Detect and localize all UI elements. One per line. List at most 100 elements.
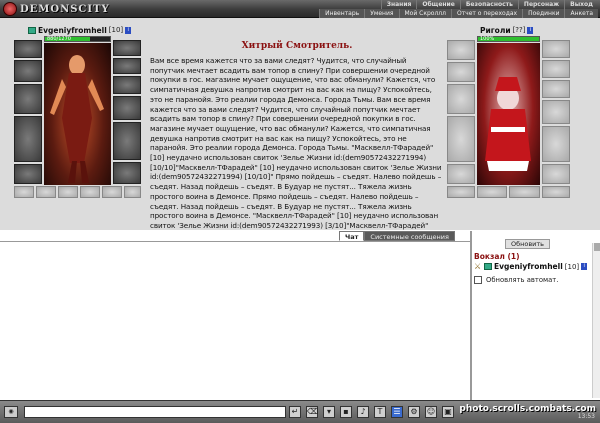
- room-panel: Обновить Вокзал (1) ⚔ Evgeniyfromhell [1…: [470, 231, 600, 400]
- location-title: Вокзал (1): [474, 252, 520, 261]
- menu-item-character[interactable]: Персонаж: [517, 0, 564, 9]
- logo-icon: [3, 2, 17, 16]
- weapon-slot[interactable]: [14, 84, 42, 114]
- opponent-amulet-slot[interactable]: [447, 62, 475, 82]
- boots-slot[interactable]: [113, 162, 141, 184]
- submenu-item-inventory[interactable]: Инвентарь: [319, 9, 365, 18]
- opponent-earring-slot[interactable]: [542, 40, 570, 58]
- spell-slot-4[interactable]: [80, 186, 100, 198]
- chat-input[interactable]: [24, 406, 286, 418]
- auto-refresh-checkbox[interactable]: [474, 276, 482, 284]
- opponent-boots-slot[interactable]: [542, 164, 570, 184]
- submenu-item-my-scroll[interactable]: Мой Скроллл: [398, 9, 451, 18]
- opponent-spell-slot-3[interactable]: [509, 186, 540, 198]
- tab-chat[interactable]: Чат: [339, 231, 365, 241]
- refresh-button[interactable]: Обновить: [505, 239, 550, 249]
- ring-slot-1[interactable]: [113, 58, 141, 74]
- opponent-helmet-slot[interactable]: [447, 40, 475, 60]
- left-player-info-icon[interactable]: i: [125, 26, 132, 34]
- armor-slot[interactable]: [14, 116, 42, 162]
- story-title: Хитрый Смотритель.: [241, 41, 353, 51]
- filter-icon[interactable]: ▾: [323, 406, 335, 418]
- logo: DEMONSCITY: [3, 1, 110, 17]
- room-user-row[interactable]: ⚔ Evgeniyfromhell [10] i: [474, 261, 588, 271]
- opponent-armor-slot[interactable]: [447, 116, 475, 162]
- clear-icon[interactable]: ⌫: [306, 406, 318, 418]
- spell-slot-6[interactable]: [124, 186, 141, 198]
- clan-flag-icon: [484, 263, 492, 270]
- settings-icon[interactable]: ⚙: [408, 406, 420, 418]
- crossed-swords-icon: ⚔: [474, 261, 482, 271]
- room-user-level: [10]: [564, 262, 580, 271]
- opponent-ring-slot-2[interactable]: [542, 80, 570, 98]
- chat-tabs: Чат Системные сообщения: [339, 231, 455, 241]
- tab-system-messages[interactable]: Системные сообщения: [364, 231, 455, 241]
- left-player-name-row: Evgeniyfromhell [10] i: [28, 25, 132, 35]
- submenu-item-profile[interactable]: Анкета: [564, 9, 598, 18]
- helmet-slot[interactable]: [14, 40, 42, 58]
- spell-slot-3[interactable]: [58, 186, 78, 198]
- clan-flag-icon: [28, 26, 36, 34]
- sound-icon[interactable]: ♪: [357, 406, 369, 418]
- main-menu: Знания Общение Безопасность Персонаж Вых…: [380, 0, 598, 9]
- opponent-belt-slot[interactable]: [447, 164, 475, 184]
- sub-menu: Инвентарь Умения Мой Скроллл Отчет о пер…: [319, 9, 598, 18]
- room-user-info-icon[interactable]: i: [581, 263, 588, 270]
- clock: 13:53: [577, 413, 595, 420]
- game-view: Evgeniyfromhell [10] i 880/1270 Хитрый С…: [0, 18, 600, 231]
- right-player-avatar[interactable]: [477, 43, 540, 185]
- chat-log[interactable]: [0, 241, 470, 400]
- menu-item-exit[interactable]: Выход: [564, 0, 598, 9]
- submenu-item-transition-report[interactable]: Отчет о переходах: [450, 9, 523, 18]
- earring-slot[interactable]: [113, 40, 141, 56]
- opponent-legs-slot[interactable]: [542, 126, 570, 162]
- save-icon[interactable]: ▪: [340, 406, 352, 418]
- left-player-hp-bar: 880/1270: [44, 36, 111, 42]
- submenu-item-duels[interactable]: Поединки: [522, 9, 565, 18]
- opponent-spell-slot-1[interactable]: [447, 186, 475, 198]
- send-icon[interactable]: ↵: [289, 406, 301, 418]
- opponent-ring-slot-1[interactable]: [542, 60, 570, 78]
- right-player-name-row: Риголи [??] i: [480, 25, 534, 35]
- chat-mode-button[interactable]: ◉: [4, 406, 18, 418]
- menu-item-knowledge[interactable]: Знания: [380, 0, 417, 9]
- spell-slot-1[interactable]: [14, 186, 34, 198]
- ring-slot-2[interactable]: [113, 76, 141, 94]
- room-scrollbar[interactable]: [592, 243, 600, 398]
- menu-item-security[interactable]: Безопасность: [459, 0, 518, 9]
- auto-refresh-row: Обновлять автомат.: [474, 276, 558, 284]
- bottom-toolbar: ◉ ↵ ⌫ ▾ ▪ ♪ T ☰ ⚙ ☺ ▣ photo.scrolls.comb…: [0, 400, 600, 423]
- user-list-icon[interactable]: ☰: [391, 406, 403, 418]
- opponent-spell-slot-4[interactable]: [542, 186, 570, 198]
- left-player-name[interactable]: Evgeniyfromhell: [38, 26, 107, 35]
- opponent-gloves-slot[interactable]: [542, 100, 570, 124]
- story-text: Вам все время кажется что за вами следят…: [150, 56, 442, 231]
- opponent-spell-slot-2[interactable]: [477, 186, 507, 198]
- spell-slot-5[interactable]: [102, 186, 122, 198]
- demon-avatar-icon: [50, 55, 104, 183]
- right-player-hp-text: 100%: [480, 36, 495, 42]
- santa-avatar-icon: [485, 77, 531, 171]
- auto-refresh-label: Обновлять автомат.: [486, 276, 559, 284]
- scrollbar-thumb[interactable]: [594, 243, 600, 251]
- submenu-item-skills[interactable]: Умения: [364, 9, 399, 18]
- menu-item-communication[interactable]: Общение: [416, 0, 459, 9]
- smiley-icon[interactable]: ☺: [425, 406, 437, 418]
- amulet-slot[interactable]: [14, 60, 42, 82]
- translit-icon[interactable]: T: [374, 406, 386, 418]
- logo-text: DEMONSCITY: [20, 3, 110, 15]
- left-player-level: [10]: [108, 26, 124, 34]
- belt-slot[interactable]: [14, 164, 42, 184]
- gloves-slot[interactable]: [113, 96, 141, 120]
- opponent-weapon-slot[interactable]: [447, 84, 475, 114]
- right-player-level: [??]: [512, 26, 526, 34]
- left-player-avatar[interactable]: [44, 43, 111, 185]
- right-player-info-icon[interactable]: i: [527, 26, 534, 34]
- spell-slot-2[interactable]: [36, 186, 56, 198]
- right-player-hp-bar: 100%: [477, 36, 540, 42]
- watermark: photo.scrolls.combats.com: [459, 404, 596, 414]
- right-player-name[interactable]: Риголи: [480, 26, 511, 35]
- legs-slot[interactable]: [113, 122, 141, 160]
- scroll-lock-icon[interactable]: ▣: [442, 406, 454, 418]
- room-user-name[interactable]: Evgeniyfromhell: [494, 262, 563, 271]
